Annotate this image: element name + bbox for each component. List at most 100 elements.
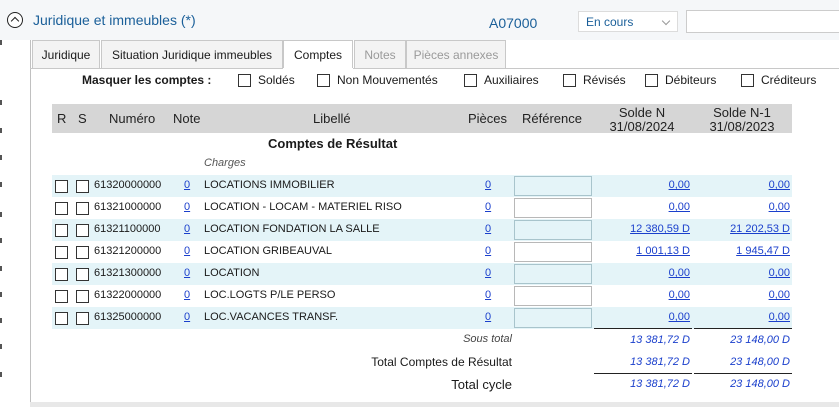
table-row[interactable]: 61321100000 0 LOCATION FONDATION LA SALLE 0… (52, 219, 792, 241)
col-libelle[interactable]: Libellé (313, 111, 351, 126)
filter-revises[interactable]: Révisés (563, 73, 626, 87)
col-pieces[interactable]: Pièces (468, 111, 507, 126)
filter-crediteurs[interactable]: Créditeurs (741, 73, 816, 87)
filter-non-mouvementes[interactable]: Non Mouvementés (317, 73, 438, 87)
solde-n-link[interactable]: 0,00 (600, 311, 690, 323)
solde-n1-link[interactable]: 0,00 (700, 201, 790, 213)
checkbox[interactable] (317, 73, 330, 87)
table-row[interactable]: 61321300000 0 LOCATION 0 0,00 0,00 (52, 263, 792, 285)
tab-situation-juridique[interactable]: Situation Juridique immeubles (101, 40, 283, 69)
search-input[interactable] (686, 10, 839, 33)
row-r-checkbox[interactable] (55, 312, 68, 325)
tab-notes: Notes (354, 40, 406, 69)
pieces-link[interactable]: 0 (485, 179, 491, 191)
filter-auxiliaires[interactable]: Auxiliaires (464, 73, 539, 87)
note-link[interactable]: 0 (184, 201, 190, 213)
solde-n1-link[interactable]: 0,00 (700, 179, 790, 191)
row-s-checkbox[interactable] (76, 202, 89, 215)
pieces-link[interactable]: 0 (485, 201, 491, 213)
bottom-scrollbar[interactable] (30, 402, 839, 407)
pieces-link[interactable]: 0 (485, 267, 491, 279)
tab-label: Comptes (293, 48, 343, 62)
note-link[interactable]: 0 (184, 311, 190, 323)
status-value: En cours (586, 15, 634, 29)
account-number: 61322000000 (94, 289, 162, 301)
row-r-checkbox[interactable] (55, 180, 68, 193)
col-note[interactable]: Note (173, 111, 200, 126)
solde-n-link[interactable]: 1 001,13 D (600, 245, 690, 257)
reference-input[interactable] (514, 242, 592, 262)
filter-soldes[interactable]: Soldés (238, 73, 295, 87)
col-solde-n1[interactable]: Solde N-1 31/08/2023 (702, 106, 782, 134)
col-solde-n[interactable]: Solde N 31/08/2024 (602, 106, 682, 134)
reference-input[interactable] (514, 308, 592, 328)
table-row[interactable]: 61321000000 0 LOCATION - LOCAM - MATERIEL … (52, 197, 792, 219)
table-row[interactable]: 61321200000 0 LOCATION GRIBEAUVAL 0 1 001,13… (52, 241, 792, 263)
solde-n1-link[interactable]: 1 945,47 D (700, 245, 790, 257)
reference-input[interactable] (514, 286, 592, 306)
reference-input[interactable] (514, 176, 592, 196)
solde-n-link[interactable]: 12 380,59 D (600, 223, 690, 235)
solde-n1-link[interactable]: 21 202,53 D (700, 223, 790, 235)
pieces-link[interactable]: 0 (485, 289, 491, 301)
tab-label: Pièces annexes (413, 47, 499, 62)
col-r[interactable]: R (57, 111, 66, 126)
row-s-checkbox[interactable] (76, 312, 89, 325)
row-s-checkbox[interactable] (76, 246, 89, 259)
table-row[interactable]: 61325000000 0 LOC.VACANCES TRANSF. 0 0,00 0,0… (52, 307, 792, 329)
row-r-checkbox[interactable] (55, 268, 68, 281)
note-link[interactable]: 0 (184, 245, 190, 257)
total-rule-n1 (694, 373, 792, 374)
status-dropdown[interactable]: En cours (578, 11, 678, 32)
note-link[interactable]: 0 (184, 289, 190, 301)
solde-n1-link[interactable]: 0,00 (700, 311, 790, 323)
row-r-checkbox[interactable] (55, 290, 68, 303)
col-numero[interactable]: Numéro (109, 111, 155, 126)
col-s[interactable]: S (78, 111, 87, 126)
row-s-checkbox[interactable] (76, 268, 89, 281)
solde-n-link[interactable]: 0,00 (600, 201, 690, 213)
account-label: LOCATION GRIBEAUVAL (204, 245, 332, 257)
solde-n-link[interactable]: 0,00 (600, 267, 690, 279)
note-link[interactable]: 0 (184, 267, 190, 279)
checkbox[interactable] (741, 73, 754, 87)
filter-option-label: Créditeurs (761, 73, 817, 87)
row-s-checkbox[interactable] (76, 224, 89, 237)
solde-n1-link[interactable]: 0,00 (700, 267, 790, 279)
row-r-checkbox[interactable] (55, 246, 68, 259)
row-r-checkbox[interactable] (55, 224, 68, 237)
filter-option-label: Auxiliaires (484, 73, 539, 87)
checkbox[interactable] (238, 73, 251, 87)
note-link[interactable]: 0 (184, 223, 190, 235)
filter-debiteurs[interactable]: Débiteurs (645, 73, 716, 87)
checkbox[interactable] (645, 73, 658, 87)
solde-n-link[interactable]: 0,00 (600, 179, 690, 191)
pieces-link[interactable]: 0 (485, 223, 491, 235)
row-s-checkbox[interactable] (76, 180, 89, 193)
tab-comptes[interactable]: Comptes (283, 40, 353, 70)
solde-n-link[interactable]: 0,00 (600, 289, 690, 301)
checkbox[interactable] (563, 73, 576, 87)
reference-input[interactable] (514, 198, 592, 218)
col-reference[interactable]: Référence (522, 111, 582, 126)
total-cycle-solde-n: 13 381,72 D (630, 378, 690, 390)
row-r-checkbox[interactable] (55, 202, 68, 215)
collapse-icon[interactable] (7, 12, 23, 28)
table-row[interactable]: 61322000000 0 LOC.LOGTS P/LE PERSO 0 0,00 0,0… (52, 285, 792, 307)
account-number: 61321200000 (94, 245, 162, 257)
reference-input[interactable] (514, 264, 592, 284)
row-s-checkbox[interactable] (76, 290, 89, 303)
filter-option-label: Débiteurs (665, 73, 717, 87)
table-row[interactable]: 61320000000 0 LOCATIONS IMMOBILIER 0 0,00 0,0… (52, 175, 792, 197)
reference-input[interactable] (514, 220, 592, 240)
chevron-down-icon (661, 16, 671, 26)
solde-n1-link[interactable]: 0,00 (700, 289, 790, 301)
filter-option-label: Révisés (583, 73, 626, 87)
tab-juridique[interactable]: Juridique (32, 40, 100, 69)
tab-label: Juridique (41, 47, 91, 62)
pieces-link[interactable]: 0 (485, 311, 491, 323)
note-link[interactable]: 0 (184, 179, 190, 191)
account-label: LOC.LOGTS P/LE PERSO (204, 289, 336, 301)
checkbox[interactable] (464, 73, 477, 87)
pieces-link[interactable]: 0 (485, 245, 491, 257)
